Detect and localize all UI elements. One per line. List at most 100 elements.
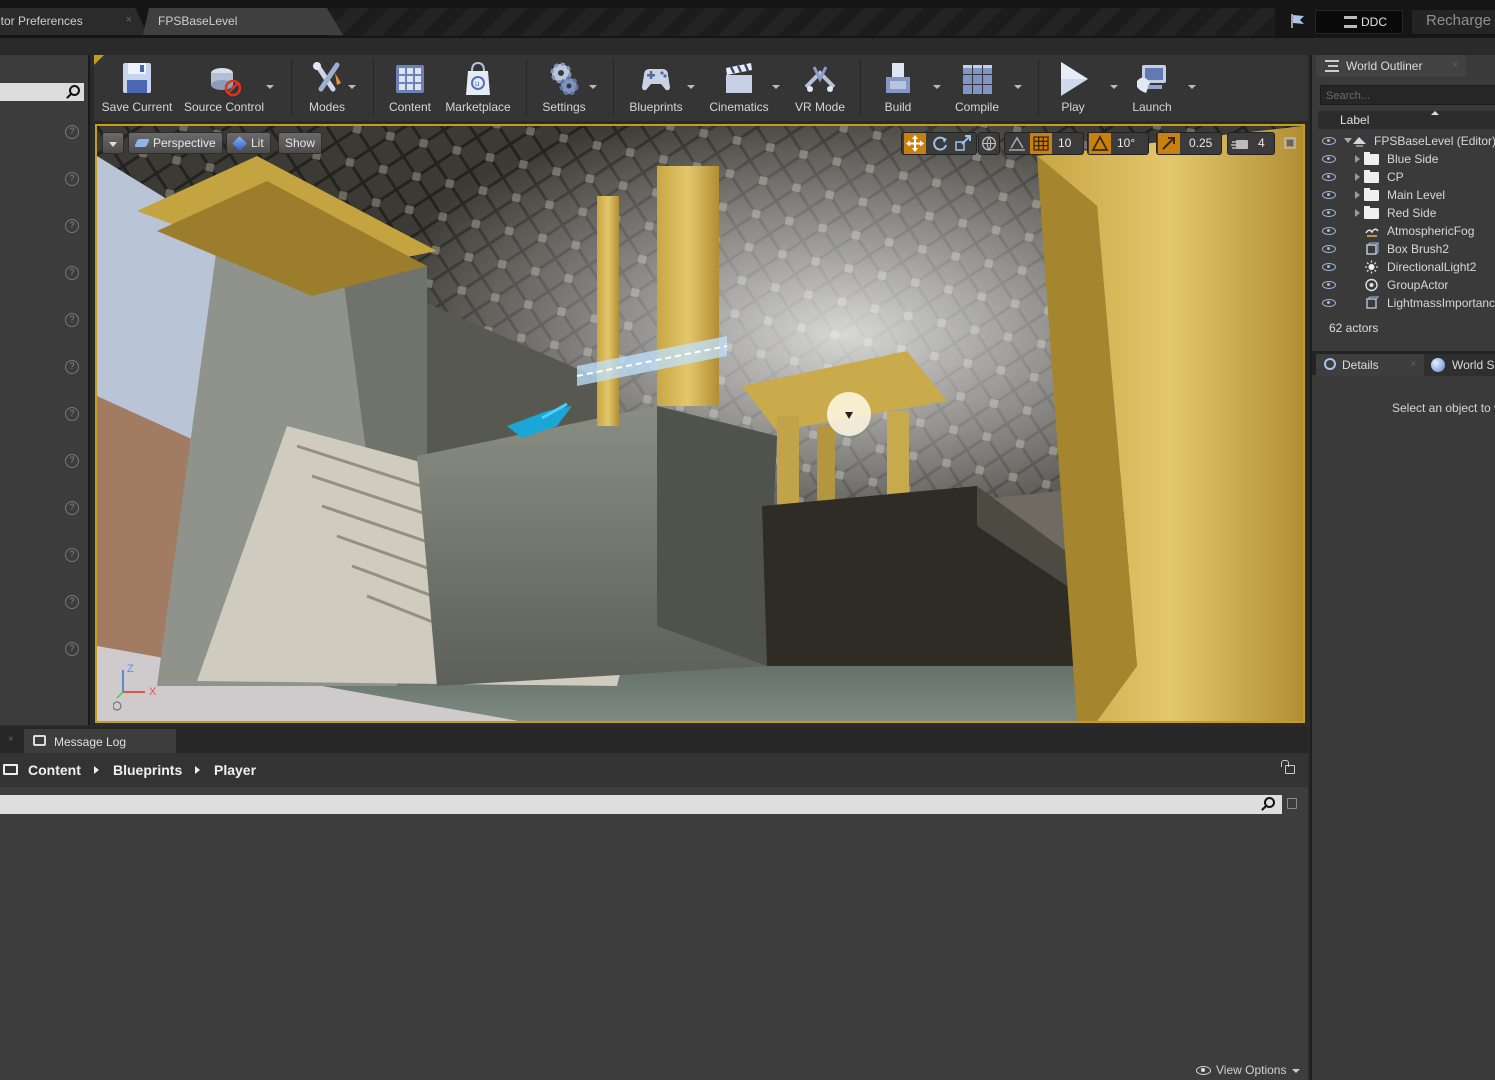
compile-dropdown-arrow[interactable] [1014, 85, 1022, 89]
outliner-row-level[interactable]: FPSBaseLevel (Editor) [1312, 132, 1495, 150]
outliner-row-actor[interactable]: LightmassImportanc [1312, 294, 1495, 312]
marketplace-button[interactable]: u Marketplace [442, 59, 514, 117]
help-icon[interactable]: ? [65, 219, 79, 233]
rotation-snap-icon[interactable] [1089, 133, 1111, 154]
breadcrumb-item[interactable]: Blueprints [113, 762, 182, 778]
surface-snap-icon[interactable] [1006, 133, 1028, 154]
outliner-row-actor[interactable]: AtmosphericFog [1312, 222, 1495, 240]
expand-arrow-icon[interactable] [1355, 209, 1360, 217]
outliner-row-actor[interactable]: DirectionalLight2 [1312, 258, 1495, 276]
build-dropdown-arrow[interactable] [933, 85, 941, 89]
ddc-button[interactable]: DDC [1315, 10, 1403, 34]
tab-world-outliner[interactable]: World Outliner × [1316, 55, 1466, 77]
source-control-button[interactable]: Source Control [182, 59, 266, 117]
visibility-eye-icon[interactable] [1322, 209, 1336, 217]
play-button[interactable]: Play [1050, 59, 1096, 117]
source-control-dropdown-arrow[interactable] [266, 85, 274, 89]
level-scene-render[interactable] [97, 126, 1303, 721]
grid-snap-icon[interactable] [1030, 133, 1052, 154]
expand-arrow-icon[interactable] [1355, 173, 1360, 181]
outliner-row-folder[interactable]: CP [1312, 168, 1495, 186]
visibility-eye-icon[interactable] [1322, 173, 1336, 181]
close-icon[interactable]: × [1452, 59, 1458, 71]
help-icon[interactable]: ? [65, 501, 79, 515]
rotate-icon[interactable] [929, 133, 951, 154]
play-dropdown-arrow[interactable] [1110, 85, 1118, 89]
visibility-eye-icon[interactable] [1322, 227, 1336, 235]
help-icon[interactable]: ? [65, 266, 79, 280]
tab-world-settings[interactable]: World Se [1424, 354, 1495, 376]
vr-mode-button[interactable]: VR Mode [792, 59, 848, 117]
outliner-row-actor[interactable]: GroupActor [1312, 276, 1495, 294]
help-icon[interactable]: ? [65, 407, 79, 421]
breadcrumb-item[interactable]: Content [28, 762, 81, 778]
lock-icon[interactable] [1281, 760, 1295, 774]
modes-search-input[interactable] [0, 83, 84, 101]
outliner-row-folder[interactable]: Main Level [1312, 186, 1495, 204]
camera-speed-icon[interactable] [1230, 133, 1252, 154]
breadcrumb-separator-icon[interactable] [195, 766, 200, 774]
launch-button[interactable]: Launch [1128, 59, 1176, 117]
outliner-row-actor[interactable]: Box Brush2 [1312, 240, 1495, 258]
visibility-eye-icon[interactable] [1322, 155, 1336, 163]
visibility-eye-icon[interactable] [1322, 299, 1336, 307]
scale-icon[interactable] [952, 133, 974, 154]
visibility-eye-icon[interactable] [1322, 137, 1336, 145]
help-icon[interactable]: ? [65, 125, 79, 139]
expand-arrow-icon[interactable] [1355, 155, 1360, 163]
world-local-coords-icon[interactable] [978, 132, 1000, 155]
tab-message-log[interactable]: Message Log [24, 729, 176, 753]
visibility-eye-icon[interactable] [1322, 191, 1336, 199]
expand-arrow-icon[interactable] [1344, 138, 1352, 143]
close-icon[interactable]: × [126, 14, 132, 26]
camera-speed-value[interactable]: 4 [1258, 136, 1265, 150]
flag-icon[interactable] [1289, 13, 1307, 29]
blueprints-dropdown-arrow[interactable] [687, 85, 695, 89]
expand-arrow-icon[interactable] [1355, 191, 1360, 199]
tab-details[interactable]: Details × [1316, 354, 1434, 376]
launch-dropdown-arrow[interactable] [1188, 85, 1196, 89]
cinematics-button[interactable]: Cinematics [706, 59, 772, 117]
lit-view-mode-button[interactable]: Lit [226, 132, 271, 154]
help-icon[interactable]: ? [65, 313, 79, 327]
search-icon[interactable] [69, 85, 80, 96]
rotation-snap-value[interactable]: 10° [1117, 136, 1135, 150]
tab-fps-base-level[interactable]: FPSBaseLevel [143, 8, 343, 35]
search-icon[interactable] [1264, 797, 1275, 808]
modes-dropdown-arrow[interactable] [348, 85, 356, 89]
modes-button[interactable]: Modes [300, 59, 354, 117]
save-current-button[interactable]: Save Current [100, 59, 174, 117]
help-icon[interactable]: ? [65, 548, 79, 562]
outliner-row-folder[interactable]: Red Side [1312, 204, 1495, 222]
asset-search-input[interactable] [0, 795, 1282, 814]
content-button[interactable]: Content [384, 59, 436, 117]
close-icon[interactable]: × [1410, 358, 1416, 370]
breadcrumb-item[interactable]: Player [214, 762, 256, 778]
scale-snap-value[interactable]: 0.25 [1189, 136, 1212, 150]
level-viewport[interactable]: Perspective Lit Show 10 10° 0.25 4 Z X [95, 124, 1305, 723]
view-options-button[interactable]: View Options [1196, 1063, 1300, 1077]
viewport-options-button[interactable] [102, 132, 124, 154]
compile-button[interactable]: Compile [948, 59, 1006, 117]
cinematics-dropdown-arrow[interactable] [772, 85, 780, 89]
outliner-label-column-header[interactable]: Label [1318, 111, 1495, 129]
save-search-icon[interactable] [1287, 798, 1297, 809]
translate-icon[interactable] [904, 133, 926, 154]
grid-snap-value[interactable]: 10 [1058, 136, 1071, 150]
visibility-eye-icon[interactable] [1322, 281, 1336, 289]
outliner-row-folder[interactable]: Blue Side [1312, 150, 1495, 168]
settings-dropdown-arrow[interactable] [589, 85, 597, 89]
build-button[interactable]: Build [870, 59, 926, 117]
help-icon[interactable]: ? [65, 360, 79, 374]
help-icon[interactable]: ? [65, 454, 79, 468]
help-icon[interactable]: ? [65, 595, 79, 609]
visibility-eye-icon[interactable] [1322, 245, 1336, 253]
show-flags-button[interactable]: Show [278, 132, 323, 154]
folder-open-icon[interactable] [3, 764, 18, 775]
close-icon[interactable]: × [8, 734, 14, 745]
blueprints-button[interactable]: Blueprints [624, 59, 688, 117]
maximize-viewport-icon[interactable] [1283, 136, 1297, 150]
tab-editor-preferences[interactable]: itor Preferences × [0, 8, 148, 35]
help-icon[interactable]: ? [65, 642, 79, 656]
help-icon[interactable]: ? [65, 172, 79, 186]
